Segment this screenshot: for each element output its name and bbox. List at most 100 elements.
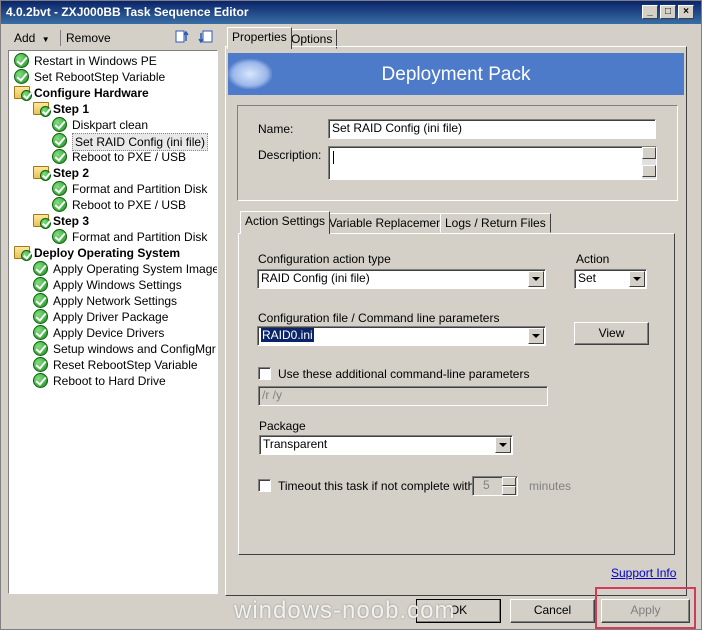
config-type-select[interactable]: RAID Config (ini file) xyxy=(257,269,546,289)
tree-item[interactable]: Reboot to PXE / USB xyxy=(52,149,209,165)
window-title: 4.0.2bvt - ZXJ000BB Task Sequence Editor xyxy=(6,5,249,19)
action-value: Set xyxy=(578,271,597,285)
tree-item-label: Restart in Windows PE xyxy=(34,54,157,68)
cancel-button[interactable]: Cancel xyxy=(510,599,595,623)
tree-item[interactable]: Step 1 xyxy=(33,101,209,117)
title-bar[interactable]: 4.0.2bvt - ZXJ000BB Task Sequence Editor… xyxy=(1,1,701,24)
package-select[interactable]: Transparent xyxy=(259,435,513,455)
tree-item[interactable]: Format and Partition Disk xyxy=(52,181,209,197)
maximize-icon[interactable]: □ xyxy=(660,5,676,19)
task-sequence-tree[interactable]: Restart in Windows PE Set RebootStep Vari… xyxy=(8,50,218,594)
scroll-up-icon[interactable] xyxy=(642,147,656,159)
tree-item[interactable]: Restart in Windows PE xyxy=(14,53,209,69)
tree-item-label: Apply Operating System Image xyxy=(53,262,218,276)
check-icon xyxy=(40,170,51,181)
tree-item[interactable]: Apply Network Settings xyxy=(33,293,209,309)
task-sequence-editor-window: 4.0.2bvt - ZXJ000BB Task Sequence Editor… xyxy=(0,0,702,630)
config-file-value: RAID0.ini xyxy=(261,328,314,342)
action-label: Action xyxy=(576,252,610,266)
tree-item-label: Set RebootStep Variable xyxy=(34,70,166,84)
check-icon xyxy=(33,357,48,372)
tree-item[interactable]: Setup windows and ConfigMgr xyxy=(33,341,216,357)
description-scrollbar[interactable] xyxy=(642,147,656,179)
timeout-label: Timeout this task if not complete within xyxy=(278,479,484,493)
check-icon xyxy=(21,250,32,261)
chevron-down-icon[interactable] xyxy=(528,328,544,344)
name-input[interactable]: Set RAID Config (ini file) xyxy=(328,119,656,139)
tree-item-label: Step 3 xyxy=(53,214,90,228)
timeout-value: 5 xyxy=(483,478,490,492)
tree-item-label: Reboot to PXE / USB xyxy=(72,198,187,212)
stepper-up-icon[interactable] xyxy=(502,477,516,486)
name-label: Name: xyxy=(258,122,294,136)
tab-action-settings[interactable]: Action Settings xyxy=(240,211,331,234)
package-value: Transparent xyxy=(263,437,328,451)
tree-item[interactable]: Apply Operating System Image xyxy=(33,261,217,277)
check-icon xyxy=(40,218,51,229)
folder-check-icon xyxy=(33,166,51,181)
additional-params-input[interactable]: /r /y xyxy=(258,386,548,406)
tree-item[interactable]: Format and Partition Disk xyxy=(52,229,209,245)
description-label: Description: xyxy=(258,148,322,162)
tree-item[interactable]: Step 2 xyxy=(33,165,209,181)
stepper-down-icon[interactable] xyxy=(502,486,516,495)
tree-item[interactable]: Reboot to Hard Drive xyxy=(33,373,209,389)
check-icon xyxy=(14,53,29,68)
tree-item[interactable]: Apply Device Drivers xyxy=(33,325,209,341)
timeout-minutes-input[interactable]: 5 xyxy=(472,476,518,496)
action-select[interactable]: Set xyxy=(574,269,647,289)
tree-item[interactable]: Reset RebootStep Variable xyxy=(33,357,209,373)
chevron-down-icon[interactable] xyxy=(528,271,544,287)
config-file-label: Configuration file / Command line parame… xyxy=(258,311,500,325)
tree-item-label: Apply Driver Package xyxy=(53,310,169,324)
tree-item-label: Apply Network Settings xyxy=(53,294,178,308)
check-icon xyxy=(33,277,48,292)
tree-item-label: Reboot to PXE / USB xyxy=(72,150,187,164)
left-toolbar: Add ▼ Remove xyxy=(8,27,220,49)
check-icon xyxy=(14,69,29,84)
check-icon xyxy=(52,181,67,196)
tab-variable-replacement[interactable]: Variable Replacement xyxy=(324,213,452,233)
chevron-down-icon[interactable] xyxy=(629,271,645,287)
check-icon xyxy=(33,325,48,340)
add-button-label: Add xyxy=(14,31,36,45)
description-input[interactable] xyxy=(328,146,657,180)
tree-item[interactable]: Deploy Operating System xyxy=(14,245,209,261)
add-button[interactable]: Add ▼ xyxy=(14,29,50,47)
support-info-link[interactable]: Support Info xyxy=(611,566,676,580)
tree-item[interactable]: Apply Driver Package xyxy=(33,309,209,325)
close-icon[interactable]: × xyxy=(678,5,694,19)
tree-item-label: Diskpart clean xyxy=(72,118,149,132)
config-file-select[interactable]: RAID0.ini xyxy=(257,326,546,346)
scroll-down-icon[interactable] xyxy=(642,165,656,177)
chevron-down-icon: ▼ xyxy=(41,35,50,44)
remove-button[interactable]: Remove xyxy=(66,29,111,47)
tree-item[interactable]: Set RebootStep Variable xyxy=(14,69,209,85)
tab-logs-return-files[interactable]: Logs / Return Files xyxy=(440,213,551,233)
timeout-checkbox[interactable] xyxy=(258,479,271,492)
check-icon xyxy=(52,117,67,132)
tree-item[interactable]: Reboot to PXE / USB xyxy=(52,197,209,213)
tree-item[interactable]: Configure Hardware xyxy=(14,85,209,101)
tree-item-label: Setup windows and ConfigMgr xyxy=(53,342,216,356)
move-up-icon[interactable] xyxy=(174,29,190,47)
additional-params-checkbox[interactable] xyxy=(258,367,271,380)
highlight-box xyxy=(595,587,696,629)
folder-check-icon xyxy=(33,214,51,229)
tree-item[interactable]: Apply Windows Settings xyxy=(33,277,209,293)
move-down-icon[interactable] xyxy=(198,29,214,47)
timeout-stepper[interactable] xyxy=(502,477,516,495)
tab-properties[interactable]: Properties xyxy=(227,27,292,49)
tree-item[interactable]: Diskpart clean xyxy=(52,117,209,133)
tree-item-label: Apply Device Drivers xyxy=(53,326,165,340)
check-icon xyxy=(52,149,67,164)
check-icon xyxy=(33,373,48,388)
minimize-icon[interactable]: _ xyxy=(642,5,658,19)
view-button[interactable]: View xyxy=(574,322,649,345)
check-icon xyxy=(21,90,32,101)
tree-item[interactable]: Step 3 xyxy=(33,213,209,229)
tree-item[interactable]: Set RAID Config (ini file) xyxy=(52,133,209,151)
banner-title: Deployment Pack xyxy=(381,64,531,85)
timeout-unit: minutes xyxy=(529,479,572,493)
chevron-down-icon[interactable] xyxy=(495,437,511,453)
